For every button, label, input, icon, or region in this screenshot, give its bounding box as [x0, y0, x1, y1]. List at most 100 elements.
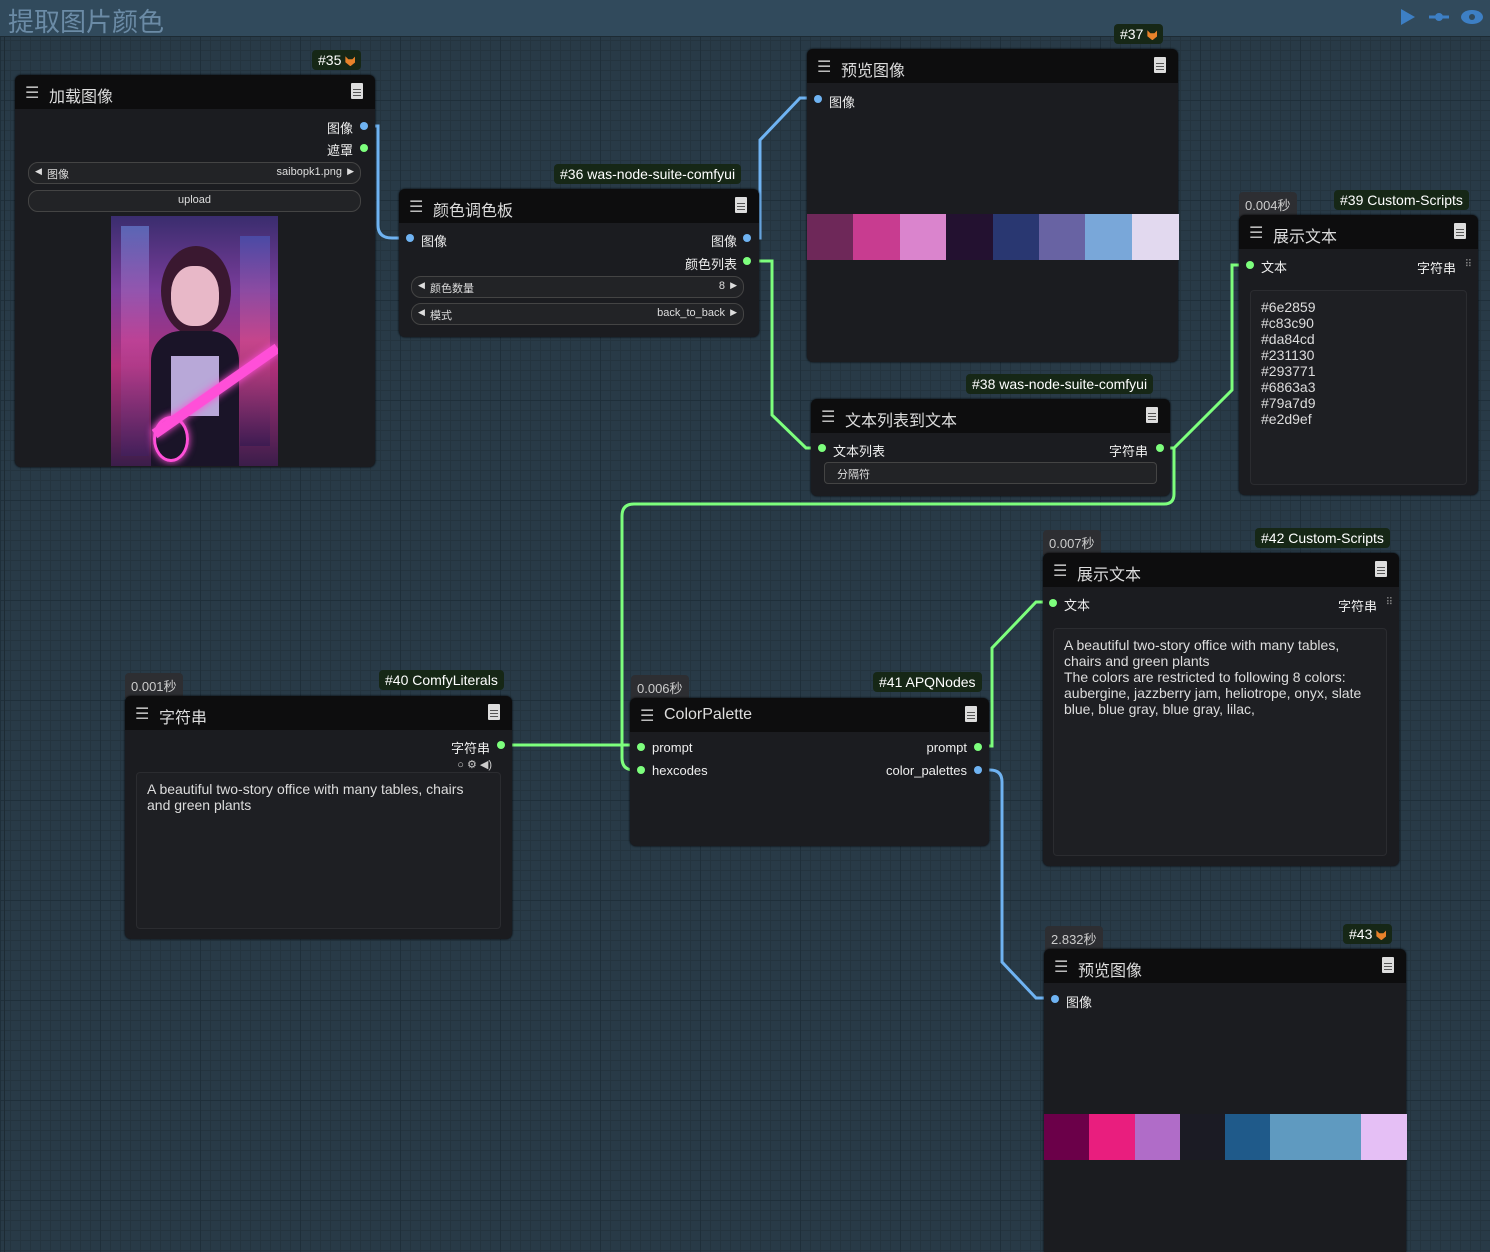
node-43-timing: 2.832秒	[1045, 926, 1103, 951]
color-swatch	[1131, 214, 1179, 260]
node-header[interactable]: ☰ 预览图像	[1044, 949, 1406, 983]
speaker-icon[interactable]: ◀)	[480, 759, 492, 771]
node-title: 颜色调色板	[433, 203, 514, 220]
settings-icon[interactable]: ⚙	[467, 759, 477, 771]
node-header[interactable]: ☰ ColorPalette	[630, 698, 989, 732]
doc-icon[interactable]	[965, 706, 977, 722]
node-header[interactable]: ☰ 文本列表到文本	[811, 399, 1170, 433]
palette-preview	[807, 214, 1179, 260]
right-arrow-icon[interactable]: ▶	[347, 166, 354, 177]
node-show-text-39[interactable]: ☰ 展示文本 文本 字符串 ⠿ #6e2859 #c83c90 #da84cd …	[1239, 215, 1478, 495]
doc-icon[interactable]	[1375, 561, 1387, 577]
fox-icon	[1147, 30, 1158, 41]
output-color-palettes-label: color_palettes	[886, 763, 967, 778]
text-display[interactable]: A beautiful two-story office with many t…	[1053, 628, 1387, 856]
widget-toolbar: ○ ⚙ ◀)	[457, 758, 492, 771]
node-header[interactable]: ☰ 预览图像	[807, 49, 1178, 83]
doc-icon[interactable]	[488, 704, 500, 720]
node-40-badge: #40 ComfyLiterals	[379, 670, 504, 690]
color-swatch	[1225, 1114, 1271, 1160]
input-text-list-port[interactable]	[818, 444, 826, 452]
color-swatch	[1360, 1114, 1407, 1160]
color-swatch	[1134, 1114, 1181, 1160]
color-swatch	[1179, 1114, 1226, 1160]
left-arrow-icon[interactable]: ◀	[35, 166, 42, 177]
left-arrow-icon[interactable]: ◀	[418, 280, 425, 291]
input-text-port[interactable]	[1246, 261, 1254, 269]
doc-icon[interactable]	[1154, 57, 1166, 73]
right-arrow-icon[interactable]: ▶	[730, 307, 737, 318]
doc-icon[interactable]	[1454, 223, 1466, 239]
node-text-list-to-text[interactable]: ☰ 文本列表到文本 文本列表 字符串 分隔符	[811, 399, 1170, 496]
output-color-palettes-port[interactable]	[974, 766, 982, 774]
menu-icon[interactable]: ☰	[1249, 223, 1263, 243]
node-preview-image-37[interactable]: ☰ 预览图像 图像	[807, 49, 1179, 362]
menu-icon[interactable]: ☰	[640, 706, 654, 726]
menu-icon[interactable]: ☰	[25, 83, 39, 103]
output-image-port[interactable]	[360, 122, 368, 130]
input-hexcodes-port[interactable]	[637, 766, 645, 774]
node-38-badge: #38 was-node-suite-comfyui	[966, 374, 1154, 394]
color-swatch	[946, 214, 994, 260]
node-header[interactable]: ☰ 展示文本	[1043, 553, 1399, 587]
input-image-port[interactable]	[1051, 995, 1059, 1003]
circle-icon[interactable]: ○	[457, 759, 464, 771]
input-image-label: 图像	[1066, 995, 1093, 1010]
output-image-port[interactable]	[743, 234, 751, 242]
doc-icon[interactable]	[1382, 957, 1394, 973]
right-arrow-icon[interactable]: ▶	[730, 280, 737, 291]
node-load-image[interactable]: ☰ 加载图像 图像 遮罩 ◀ 图像 saibopk1.png ▶ upload	[15, 75, 375, 467]
node-header[interactable]: ☰ 颜色调色板	[399, 189, 759, 223]
image-select-widget[interactable]: ◀ 图像 saibopk1.png ▶	[28, 162, 361, 184]
node-preview-image-43[interactable]: ☰ 预览图像 图像	[1044, 949, 1407, 1252]
node-42-badge: #42 Custom-Scripts	[1255, 528, 1390, 548]
node-title: ColorPalette	[664, 706, 753, 723]
output-mask-label: 遮罩	[326, 143, 353, 158]
node-title: 预览图像	[841, 63, 906, 80]
output-string-port[interactable]	[497, 741, 505, 749]
output-prompt-port[interactable]	[974, 743, 982, 751]
doc-icon[interactable]	[1146, 407, 1158, 423]
output-mask-port[interactable]	[360, 144, 368, 152]
separator-field[interactable]: 分隔符	[824, 462, 1157, 484]
menu-icon[interactable]: ☰	[1053, 561, 1067, 581]
node-colorpalette-apq[interactable]: ☰ ColorPalette prompt hexcodes prompt co…	[630, 698, 989, 846]
menu-icon[interactable]: ☰	[1054, 957, 1068, 977]
node-string-literal[interactable]: ☰ 字符串 字符串 ○ ⚙ ◀) A beautiful two-story o…	[125, 696, 512, 939]
upload-button[interactable]: upload	[28, 190, 361, 212]
color-count-widget[interactable]: ◀ 颜色数量 8 ▶	[411, 276, 744, 298]
fox-icon	[1376, 930, 1387, 941]
string-input[interactable]: A beautiful two-story office with many t…	[136, 772, 501, 929]
doc-icon[interactable]	[351, 83, 363, 99]
left-arrow-icon[interactable]: ◀	[418, 307, 425, 318]
text-display[interactable]: #6e2859 #c83c90 #da84cd #231130 #293771 …	[1250, 290, 1467, 485]
node-header[interactable]: ☰ 展示文本	[1239, 215, 1478, 249]
input-text-port[interactable]	[1049, 599, 1057, 607]
palette-preview	[1044, 1114, 1407, 1160]
node-color-palette[interactable]: ☰ 颜色调色板 图像 图像 颜色列表 ◀ 颜色数量 8 ▶ ◀ 模式 back_…	[399, 189, 759, 337]
output-string-port[interactable]	[1156, 444, 1164, 452]
grid-icon: ⠿	[1385, 597, 1393, 608]
color-swatch	[1270, 1114, 1317, 1160]
node-41-timing: 0.006秒	[631, 675, 689, 700]
color-swatch	[1038, 214, 1086, 260]
mode-widget[interactable]: ◀ 模式 back_to_back ▶	[411, 303, 744, 325]
output-string-label: 字符串	[1108, 444, 1148, 459]
node-show-text-42[interactable]: ☰ 展示文本 文本 字符串 ⠿ A beautiful two-story of…	[1043, 553, 1399, 866]
menu-icon[interactable]: ☰	[821, 407, 835, 427]
color-swatch	[1085, 214, 1133, 260]
node-43-badge: #43	[1343, 924, 1393, 944]
output-color-list-port[interactable]	[743, 257, 751, 265]
node-40-timing: 0.001秒	[125, 673, 183, 698]
node-header[interactable]: ☰ 字符串	[125, 696, 512, 730]
doc-icon[interactable]	[735, 197, 747, 213]
input-prompt-port[interactable]	[637, 743, 645, 751]
input-prompt-label: prompt	[652, 740, 693, 755]
input-image-port[interactable]	[406, 234, 414, 242]
wire-41-42	[978, 600, 1053, 748]
node-header[interactable]: ☰ 加载图像	[15, 75, 375, 109]
menu-icon[interactable]: ☰	[135, 704, 149, 724]
menu-icon[interactable]: ☰	[817, 57, 831, 77]
menu-icon[interactable]: ☰	[409, 197, 423, 217]
input-image-port[interactable]	[814, 95, 822, 103]
